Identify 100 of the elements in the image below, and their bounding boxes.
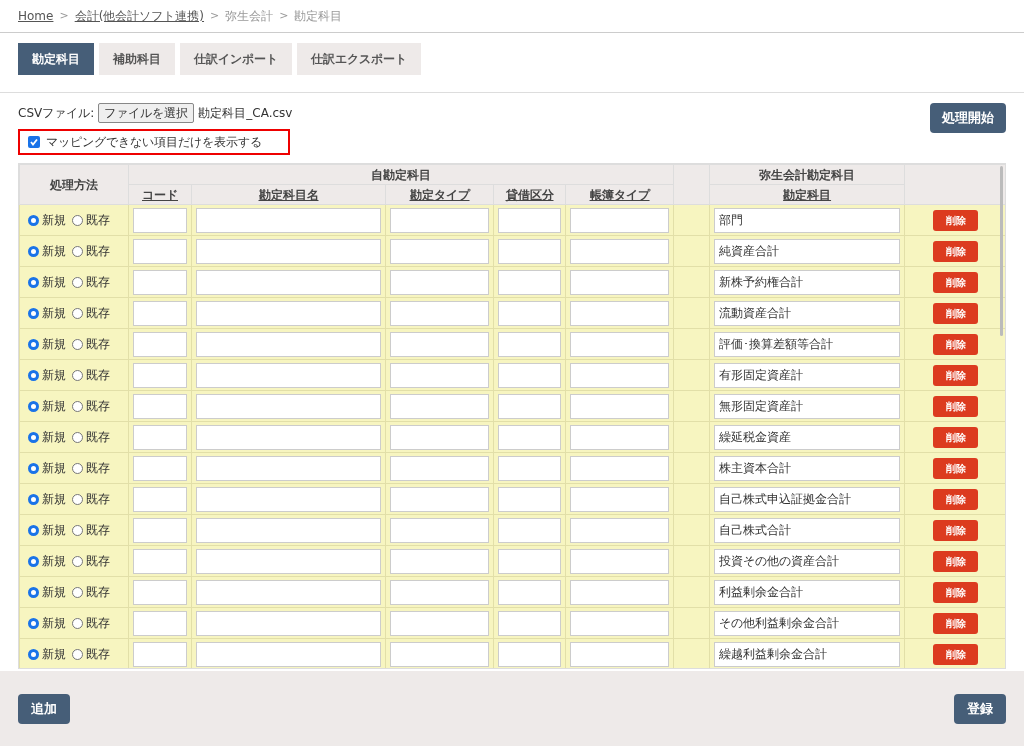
account-field[interactable]: 利益剰余金合計 bbox=[714, 579, 901, 605]
input-field[interactable] bbox=[390, 300, 489, 326]
delete-button[interactable]: 削除 bbox=[933, 333, 979, 355]
input-field[interactable] bbox=[196, 424, 381, 450]
input-field[interactable] bbox=[196, 610, 381, 636]
account-field[interactable]: 有形固定資産計 bbox=[714, 362, 901, 388]
radio-option[interactable]: 新規 bbox=[28, 459, 66, 477]
radio-option[interactable]: 新規 bbox=[28, 428, 66, 446]
account-field[interactable]: 株主資本合計 bbox=[714, 455, 901, 481]
input-field[interactable] bbox=[570, 455, 670, 481]
input-field[interactable] bbox=[570, 641, 670, 667]
account-field[interactable]: その他利益剰余金合計 bbox=[714, 610, 901, 636]
column-header[interactable]: 勘定科目 bbox=[783, 187, 832, 202]
radio-option[interactable]: 新規 bbox=[28, 304, 66, 322]
radio-option[interactable]: 新規 bbox=[28, 273, 66, 291]
input-field[interactable] bbox=[498, 455, 561, 481]
input-field[interactable] bbox=[498, 331, 561, 357]
delete-button[interactable]: 削除 bbox=[933, 612, 979, 634]
add-button[interactable]: 追加 bbox=[18, 693, 70, 724]
delete-button[interactable]: 削除 bbox=[933, 519, 979, 541]
input-field[interactable] bbox=[133, 393, 187, 419]
input-field[interactable] bbox=[133, 455, 187, 481]
input-field[interactable] bbox=[390, 641, 489, 667]
input-field[interactable] bbox=[498, 641, 561, 667]
input-field[interactable] bbox=[498, 207, 561, 233]
input-field[interactable] bbox=[570, 362, 670, 388]
input-field[interactable] bbox=[196, 207, 381, 233]
input-field[interactable] bbox=[570, 331, 670, 357]
input-field[interactable] bbox=[133, 486, 187, 512]
input-field[interactable] bbox=[196, 269, 381, 295]
input-field[interactable] bbox=[390, 393, 489, 419]
radio-option[interactable]: 新規 bbox=[28, 521, 66, 539]
input-field[interactable] bbox=[133, 331, 187, 357]
input-field[interactable] bbox=[570, 300, 670, 326]
input-field[interactable] bbox=[390, 517, 489, 543]
radio-option[interactable]: 新規 bbox=[28, 242, 66, 260]
radio-option[interactable]: 新規 bbox=[28, 366, 66, 384]
account-field[interactable]: 繰延税金資産 bbox=[714, 424, 901, 450]
input-field[interactable] bbox=[570, 238, 670, 264]
input-field[interactable] bbox=[498, 424, 561, 450]
input-field[interactable] bbox=[498, 238, 561, 264]
radio-option[interactable]: 既存 bbox=[72, 211, 110, 229]
account-field[interactable]: 投資その他の資産合計 bbox=[714, 548, 901, 574]
input-field[interactable] bbox=[570, 207, 670, 233]
input-field[interactable] bbox=[196, 331, 381, 357]
radio-option[interactable]: 既存 bbox=[72, 490, 110, 508]
input-field[interactable] bbox=[498, 393, 561, 419]
input-field[interactable] bbox=[133, 517, 187, 543]
input-field[interactable] bbox=[196, 548, 381, 574]
radio-option[interactable]: 新規 bbox=[28, 490, 66, 508]
input-field[interactable] bbox=[498, 486, 561, 512]
delete-button[interactable]: 削除 bbox=[933, 364, 979, 386]
input-field[interactable] bbox=[133, 207, 187, 233]
account-field[interactable]: 部門 bbox=[714, 207, 901, 233]
delete-button[interactable]: 削除 bbox=[933, 395, 979, 417]
delete-button[interactable]: 削除 bbox=[933, 302, 979, 324]
input-field[interactable] bbox=[498, 548, 561, 574]
radio-option[interactable]: 既存 bbox=[72, 614, 110, 632]
input-field[interactable] bbox=[390, 579, 489, 605]
radio-option[interactable]: 新規 bbox=[28, 335, 66, 353]
radio-option[interactable]: 新規 bbox=[28, 645, 66, 663]
tab[interactable]: 仕訳インポート bbox=[180, 43, 292, 75]
radio-option[interactable]: 既存 bbox=[72, 304, 110, 322]
radio-option[interactable]: 新規 bbox=[28, 211, 66, 229]
input-field[interactable] bbox=[196, 393, 381, 419]
input-field[interactable] bbox=[498, 362, 561, 388]
delete-button[interactable]: 削除 bbox=[933, 488, 979, 510]
input-field[interactable] bbox=[498, 610, 561, 636]
input-field[interactable] bbox=[196, 579, 381, 605]
delete-button[interactable]: 削除 bbox=[933, 426, 979, 448]
account-field[interactable]: 純資産合計 bbox=[714, 238, 901, 264]
input-field[interactable] bbox=[390, 269, 489, 295]
input-field[interactable] bbox=[390, 424, 489, 450]
input-field[interactable] bbox=[196, 486, 381, 512]
input-field[interactable] bbox=[133, 238, 187, 264]
input-field[interactable] bbox=[390, 455, 489, 481]
radio-option[interactable]: 既存 bbox=[72, 459, 110, 477]
account-field[interactable]: 評価･換算差額等合計 bbox=[714, 331, 901, 357]
delete-button[interactable]: 削除 bbox=[933, 209, 979, 231]
input-field[interactable] bbox=[196, 300, 381, 326]
radio-option[interactable]: 既存 bbox=[72, 428, 110, 446]
delete-button[interactable]: 削除 bbox=[933, 457, 979, 479]
input-field[interactable] bbox=[196, 362, 381, 388]
account-field[interactable]: 無形固定資産計 bbox=[714, 393, 901, 419]
tab[interactable]: 仕訳エクスポート bbox=[297, 43, 421, 75]
start-button[interactable]: 処理開始 bbox=[930, 103, 1006, 133]
breadcrumb-link[interactable]: Home bbox=[18, 7, 54, 25]
radio-option[interactable]: 新規 bbox=[28, 397, 66, 415]
choose-file-button[interactable]: ファイルを選択 bbox=[98, 103, 195, 123]
radio-option[interactable]: 既存 bbox=[72, 521, 110, 539]
delete-button[interactable]: 削除 bbox=[933, 240, 979, 262]
input-field[interactable] bbox=[570, 579, 670, 605]
account-field[interactable]: 自己株式申込証拠金合計 bbox=[714, 486, 901, 512]
register-button[interactable]: 登録 bbox=[954, 693, 1006, 724]
input-field[interactable] bbox=[390, 238, 489, 264]
input-field[interactable] bbox=[390, 486, 489, 512]
account-field[interactable]: 繰越利益剰余金合計 bbox=[714, 641, 901, 667]
radio-option[interactable]: 既存 bbox=[72, 335, 110, 353]
account-field[interactable]: 流動資産合計 bbox=[714, 300, 901, 326]
radio-option[interactable]: 既存 bbox=[72, 583, 110, 601]
